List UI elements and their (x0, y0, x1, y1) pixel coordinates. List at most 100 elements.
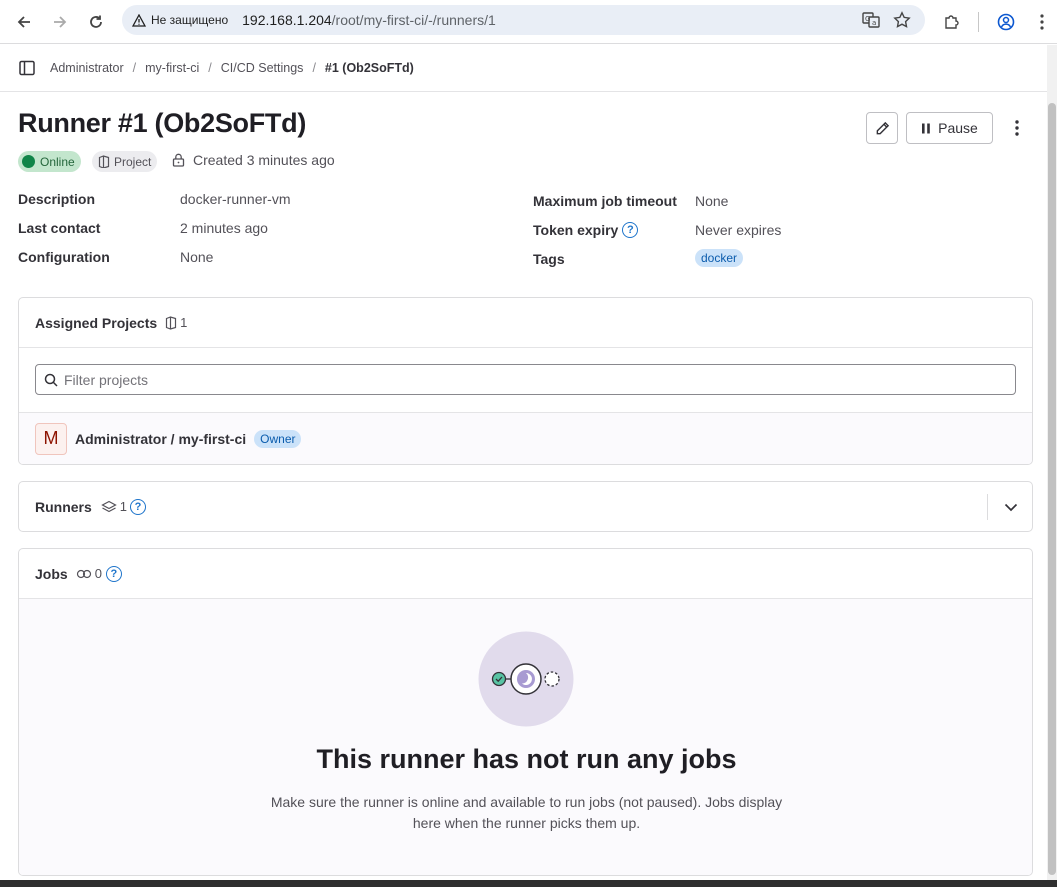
runners-header: Runners 1 ? (19, 482, 1032, 531)
runners-count-value: 1 (119, 499, 128, 514)
runners-count: 1 (101, 499, 127, 514)
reload-button[interactable] (82, 8, 110, 36)
jobs-help-icon[interactable]: ? (105, 565, 122, 582)
runner-type-badge: Project (92, 151, 158, 172)
arrow-left-icon (17, 16, 30, 28)
pipeline-icon (76, 569, 91, 578)
assigned-projects-count-value: 1 (180, 315, 188, 330)
jobs-count: 0 (76, 566, 102, 581)
online-status-icon (22, 155, 35, 168)
url-host: 192.168.1.204 (242, 12, 332, 28)
edit-button[interactable] (866, 112, 898, 144)
empty-jobs-illustration (478, 631, 574, 727)
pause-button[interactable]: Pause (906, 112, 993, 144)
empty-state-title: This runner has not run any jobs (316, 744, 737, 774)
forward-button[interactable] (46, 8, 74, 36)
browser-toolbar: Не защищено 192.168.1.204/root/my-first-… (0, 0, 1057, 44)
runners-expand-button[interactable] (999, 496, 1023, 518)
sidebar-toggle-icon[interactable] (19, 60, 35, 79)
created-info: Created 3 minutes ago (172, 152, 335, 168)
url-text[interactable]: 192.168.1.204/root/my-first-ci/-/runners… (242, 12, 496, 28)
security-chip[interactable]: Не защищено (132, 13, 228, 27)
url-path: /root/my-first-ci/-/runners/1 (331, 12, 496, 28)
scrollbar-thumb[interactable] (1048, 103, 1056, 875)
description-label: Description (18, 191, 96, 207)
project-link[interactable]: Administrator / my-first-ci (75, 431, 246, 447)
bottom-edge (0, 880, 1057, 887)
pencil-icon (876, 121, 889, 134)
address-bar[interactable]: Не защищено 192.168.1.204/root/my-first-… (122, 5, 925, 35)
assigned-projects-title: Assigned Projects (35, 314, 158, 331)
runners-card: Runners 1 ? (18, 481, 1033, 532)
max-timeout-label: Maximum job timeout (533, 193, 677, 209)
page-scrollbar[interactable] (1047, 45, 1057, 887)
empty-state-description: Make sure the runner is online and avail… (270, 794, 783, 831)
runner-type-label: Project (114, 154, 152, 169)
status-badge: Online (18, 151, 81, 172)
warning-icon (132, 13, 146, 27)
configuration-label: Configuration (18, 249, 110, 265)
pause-icon (922, 123, 930, 133)
translate-icon[interactable]: Ga (862, 11, 880, 32)
jobs-title: Jobs (35, 565, 68, 582)
tag-badge[interactable]: docker (695, 249, 744, 267)
search-icon (44, 373, 58, 387)
extensions-button[interactable] (938, 8, 966, 36)
tags-label: Tags (533, 251, 565, 267)
last-contact-label: Last contact (18, 220, 101, 236)
breadcrumb-project[interactable]: my-first-ci (145, 61, 199, 75)
svg-text:G: G (865, 15, 870, 23)
runners-help-icon[interactable]: ? (130, 498, 147, 515)
runners-title: Runners (35, 498, 92, 515)
svg-text:a: a (872, 19, 876, 27)
token-expiry-help-icon[interactable]: ? (622, 222, 639, 238)
divider (987, 494, 988, 520)
account-icon (997, 13, 1015, 31)
layers-icon (101, 500, 117, 512)
arrow-right-icon (54, 16, 67, 28)
project-row[interactable]: M Administrator / my-first-ci Owner (19, 412, 1032, 464)
project-icon (98, 155, 110, 168)
breadcrumb-bar: Administrator / my-first-ci / CI/CD Sett… (0, 45, 1047, 92)
filter-projects-field[interactable] (35, 364, 1016, 395)
jobs-count-value: 0 (94, 566, 102, 581)
bookmark-star-icon[interactable] (893, 11, 911, 32)
token-expiry-value: Never expires (695, 222, 782, 238)
breadcrumb-administrator[interactable]: Administrator (50, 61, 124, 75)
token-expiry-label: Token expiry ? (533, 222, 693, 238)
browser-menu-button[interactable] (1028, 8, 1056, 36)
kebab-icon (1015, 120, 1019, 136)
breadcrumb: Administrator / my-first-ci / CI/CD Sett… (50, 61, 414, 75)
breadcrumb-separator: / (312, 61, 316, 75)
assigned-projects-header: Assigned Projects 1 (19, 298, 1032, 347)
created-text: Created 3 minutes ago (193, 152, 335, 168)
token-expiry-text: Token expiry (533, 222, 619, 238)
security-label: Не защищено (151, 13, 229, 27)
jobs-empty-state: This runner has not run any jobs Make su… (19, 598, 1032, 875)
pause-label: Pause (938, 120, 978, 136)
toolbar-divider (978, 12, 979, 32)
reload-icon (90, 15, 102, 28)
role-badge: Owner (254, 429, 302, 448)
configuration-value: None (180, 249, 214, 265)
filter-projects-input[interactable] (64, 371, 994, 388)
breadcrumb-cicd-settings[interactable]: CI/CD Settings (221, 61, 304, 75)
page-title: Runner #1 (Ob2SoFTd) (18, 108, 307, 138)
jobs-card: Jobs 0 ? This runner has not run any job… (18, 548, 1033, 876)
last-contact-value: 2 minutes ago (180, 220, 268, 236)
assigned-projects-card: Assigned Projects 1 M Administrator / my… (18, 297, 1033, 465)
description-value: docker-runner-vm (180, 191, 291, 207)
kebab-icon (1040, 14, 1044, 30)
max-timeout-value: None (695, 193, 729, 209)
breadcrumb-separator: / (132, 61, 137, 75)
more-actions-button[interactable] (1007, 116, 1027, 140)
back-button[interactable] (10, 8, 38, 36)
puzzle-icon (945, 15, 959, 29)
project-avatar: M (35, 422, 67, 455)
profile-button[interactable] (992, 8, 1020, 36)
assigned-projects-count: 1 (165, 315, 187, 330)
jobs-header: Jobs 0 ? (19, 549, 1032, 598)
breadcrumb-current[interactable]: #1 (Ob2SoFTd) (325, 61, 414, 75)
chevron-down-icon (1004, 503, 1018, 511)
breadcrumb-separator: / (208, 61, 212, 75)
